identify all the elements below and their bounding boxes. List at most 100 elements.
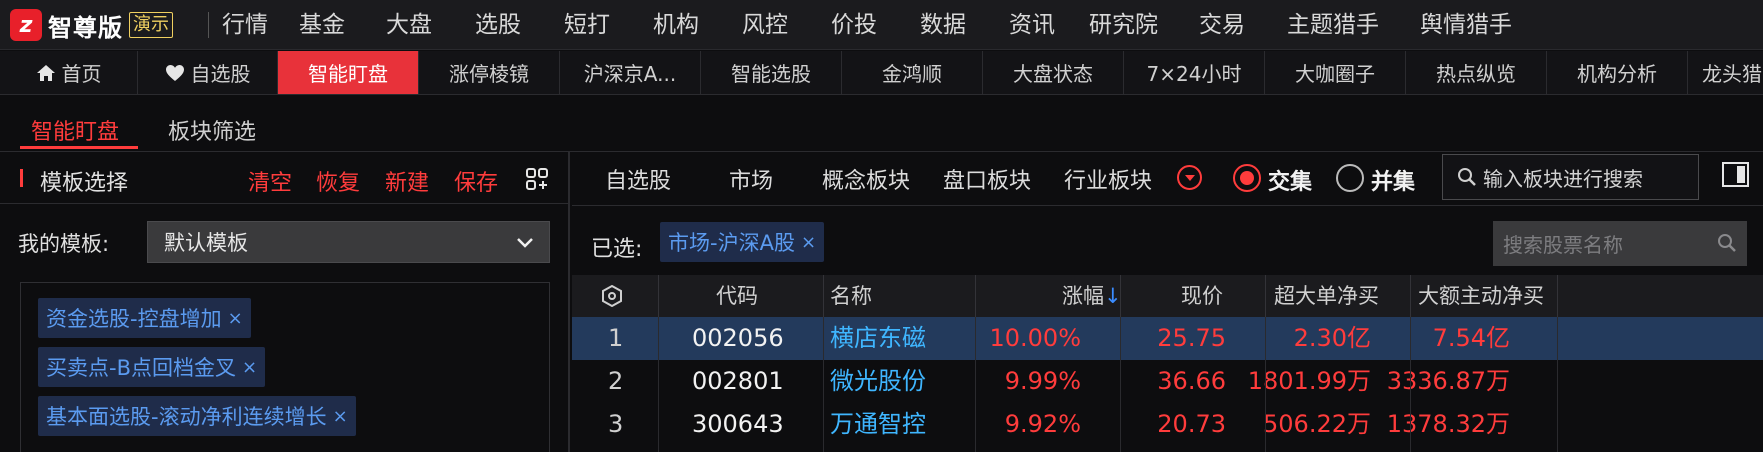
current-price: 25.75 (1157, 324, 1226, 352)
tab-jinhongshun[interactable]: 金鸿顺 (842, 51, 983, 94)
tab-limit-up-prism[interactable]: 涨停棱镜 (419, 51, 560, 94)
sector-search-input[interactable]: 输入板块进行搜索 (1442, 154, 1699, 200)
remove-tag-icon[interactable]: × (801, 232, 816, 253)
tab-24-hours[interactable]: 7×24小时 (1124, 51, 1265, 94)
column-header-code[interactable]: 代码 (716, 275, 758, 317)
template-condition-list: 资金选股-控盘增加 × 买卖点-B点回档金叉 × 基本面选股-滚动净利连续增长 × (20, 282, 550, 452)
active-subtab-indicator (20, 146, 138, 149)
tab-smart-monitor[interactable]: 智能盯盘 (278, 51, 419, 94)
menu-item-jiatou[interactable]: 价投 (831, 10, 877, 40)
remove-tag-icon[interactable]: × (242, 357, 257, 378)
column-divider (1120, 275, 1121, 317)
stock-name[interactable]: 微光股份 (830, 360, 926, 403)
subtab-sector-filter[interactable]: 板块筛选 (168, 114, 256, 146)
filter-watchlist[interactable]: 自选股 (605, 163, 671, 195)
tab-institution-analysis[interactable]: 机构分析 (1547, 51, 1688, 94)
selected-filter-tag-label: 市场-沪深A股 (668, 231, 795, 255)
menu-item-zixun[interactable]: 资讯 (1009, 10, 1055, 40)
stock-name[interactable]: 横店东磁 (830, 317, 926, 360)
table-row[interactable]: 2 002801 微光股份 9.99% 36.66 1801.99万 3336.… (572, 360, 1763, 403)
filter-market[interactable]: 市场 (729, 163, 773, 195)
change-percent: 9.99% (1004, 367, 1081, 395)
menu-item-yuqing-lieshou[interactable]: 舆情猎手 (1420, 10, 1512, 40)
radio-union[interactable] (1336, 164, 1364, 192)
tab-market-status[interactable]: 大盘状态 (983, 51, 1124, 94)
stock-code: 002801 (692, 367, 784, 395)
selected-filter-tag[interactable]: 市场-沪深A股 × (660, 222, 825, 262)
column-header-super-large-net[interactable]: 超大单净买 (1274, 275, 1379, 317)
filter-order-book-sector[interactable]: 盘口板块 (943, 163, 1031, 195)
menu-item-xuangu[interactable]: 选股 (475, 10, 521, 40)
tab-watchlist[interactable]: 自选股 (138, 51, 278, 94)
menu-item-zhuti-lieshou[interactable]: 主题猎手 (1287, 10, 1379, 40)
app-logo-icon: z (10, 9, 42, 41)
row-index: 2 (608, 367, 624, 395)
save-button[interactable]: 保存 (454, 165, 498, 197)
page-tab-bar: 首页 自选股 智能盯盘 涨停棱镜 沪深京A... 智能选股 金鸿顺 大盘状态 7… (0, 51, 1763, 95)
subtab-smart-monitor[interactable]: 智能盯盘 (31, 114, 119, 146)
menu-item-yanjiuyuan[interactable]: 研究院 (1089, 10, 1158, 40)
column-settings-icon[interactable] (601, 285, 623, 307)
tab-smart-stock-picking[interactable]: 智能选股 (701, 51, 842, 94)
menu-item-jigou[interactable]: 机构 (653, 10, 699, 40)
more-sectors-dropdown-icon[interactable] (1177, 165, 1202, 190)
template-panel-title: 模板选择 (40, 171, 129, 196)
menu-item-fengkong[interactable]: 风控 (742, 10, 788, 40)
tab-hotspots[interactable]: 热点纵览 (1406, 51, 1547, 94)
menu-item-jijin[interactable]: 基金 (299, 10, 345, 40)
demo-badge: 演示 (129, 12, 173, 38)
stock-search-input[interactable]: 搜索股票名称 (1493, 221, 1747, 266)
remove-tag-icon[interactable]: × (228, 308, 243, 329)
stock-search-placeholder: 搜索股票名称 (1503, 233, 1623, 257)
filter-concept-sector[interactable]: 概念板块 (822, 163, 910, 195)
template-panel-header: 模板选择 清空 恢复 新建 保存 (0, 152, 568, 204)
tab-home[interactable]: 首页 (0, 51, 138, 94)
sort-descending-icon: ↓ (1104, 284, 1122, 308)
table-row[interactable]: 3 300643 万通智控 9.92% 20.73 506.22万 1378.3… (572, 403, 1763, 446)
column-header-name[interactable]: 名称 (830, 275, 872, 317)
super-large-net-buy: 1801.99万 (1247, 367, 1371, 395)
column-header-price[interactable]: 现价 (1181, 275, 1223, 317)
menu-item-shuju[interactable]: 数据 (920, 10, 966, 40)
tab-a-shares[interactable]: 沪深京A... (560, 51, 701, 94)
panel-toggle-icon[interactable] (1722, 162, 1749, 187)
tab-experts-circle[interactable]: 大咖圈子 (1265, 51, 1406, 94)
new-button[interactable]: 新建 (385, 165, 429, 197)
row-index: 1 (608, 324, 624, 352)
restore-button[interactable]: 恢复 (316, 165, 360, 197)
super-large-net-buy: 506.22万 (1263, 410, 1371, 438)
condition-tag[interactable]: 基本面选股-滚动净利连续增长 × (38, 396, 356, 436)
column-header-change[interactable]: 涨幅↓ (1062, 275, 1122, 317)
condition-tag[interactable]: 买卖点-B点回档金叉 × (38, 347, 266, 387)
stock-code: 002056 (692, 324, 784, 352)
large-active-net-buy: 3336.87万 (1386, 367, 1510, 395)
menu-item-jiaoyi[interactable]: 交易 (1199, 10, 1245, 40)
menu-item-dapan[interactable]: 大盘 (386, 10, 432, 40)
column-divider (823, 317, 824, 452)
super-large-net-buy: 2.30亿 (1293, 324, 1371, 352)
remove-tag-icon[interactable]: × (333, 406, 348, 427)
condition-tag[interactable]: 资金选股-控盘增加 × (38, 298, 251, 338)
filter-industry-sector[interactable]: 行业板块 (1064, 163, 1152, 195)
radio-intersect[interactable] (1233, 164, 1261, 192)
menu-item-duanda[interactable]: 短打 (564, 10, 610, 40)
menu-divider (208, 12, 209, 38)
large-active-net-buy: 7.54亿 (1432, 324, 1510, 352)
column-divider (975, 317, 976, 452)
column-divider (1410, 275, 1411, 317)
column-header-large-active-net[interactable]: 大额主动净买 (1418, 275, 1544, 317)
tab-watchlist-label: 自选股 (190, 62, 251, 86)
condition-tag-label: 基本面选股-滚动净利连续增长 (46, 405, 327, 429)
template-select[interactable]: 默认模板 (147, 221, 550, 263)
stock-name[interactable]: 万通智控 (830, 403, 926, 446)
clear-button[interactable]: 清空 (248, 165, 292, 197)
tab-leader-hunter[interactable]: 龙头猎 (1688, 51, 1763, 94)
table-row[interactable]: 1 002056 横店东磁 10.00% 25.75 2.30亿 7.54亿 (572, 317, 1763, 360)
menu-item-hangqing[interactable]: 行情 (222, 10, 268, 40)
layout-grid-icon[interactable] (526, 168, 548, 190)
heart-icon (165, 64, 184, 81)
app-logo[interactable]: z 智尊版 演示 (10, 8, 173, 42)
filter-divider (572, 205, 1763, 206)
search-icon (1458, 168, 1476, 186)
search-icon[interactable] (1717, 233, 1737, 253)
